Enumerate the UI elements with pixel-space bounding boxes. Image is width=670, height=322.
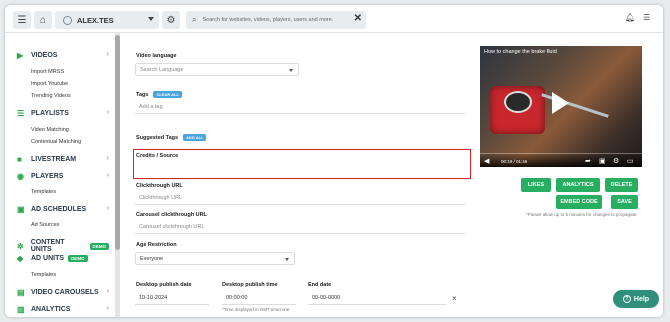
help-button[interactable]: ? Help [613, 290, 659, 308]
sidebar-item-players[interactable]: ◉ PLAYERS › [17, 172, 109, 181]
app-window: ☰ ⌂ ALEX.TES ⚙ ⌕ Search for websites, vi… [5, 5, 663, 317]
clickthrough-url-label: Clickthrough URL [136, 183, 183, 189]
account-name: ALEX.TES [77, 15, 114, 25]
publish-time-input[interactable]: 00:00:00 [222, 292, 296, 305]
sidebar-item-livestream[interactable]: ■ LIVESTREAM › [17, 155, 109, 164]
sidebar-subitem-trending-videos[interactable]: Trending Videos [31, 93, 71, 99]
sidebar-item-analytics[interactable]: ▥ ANALYTICS › [17, 305, 109, 314]
demo-badge: DEMO [89, 242, 109, 250]
likes-button[interactable]: LIKES [521, 178, 551, 192]
search-placeholder: Search for websites, videos, players, us… [202, 17, 334, 23]
menu-icon[interactable]: ☰ [643, 13, 650, 22]
age-restriction-label: Age Restriction [136, 242, 177, 248]
publish-time-label: Desktop publish time [222, 282, 278, 288]
carousel-clickthrough-input[interactable]: Carousel clickthrough URL [135, 221, 465, 234]
end-date-input[interactable]: 00-00-0000 [308, 292, 446, 305]
question-icon: ? [622, 295, 631, 303]
chevron-right-icon: › [106, 51, 109, 58]
chevron-right-icon: › [106, 155, 109, 162]
demo-badge: DEMO [68, 255, 88, 262]
clickthrough-url-input[interactable]: Clickthrough URL [135, 192, 465, 205]
save-button[interactable]: SAVE [611, 195, 638, 209]
sidebar-subitem-import-youtube[interactable]: Import Youtube [31, 81, 68, 87]
top-bar: ☰ ⌂ ALEX.TES ⚙ ⌕ Search for websites, vi… [5, 5, 663, 33]
sidebar-item-ad-schedules[interactable]: ▣ AD SCHEDULES › [17, 205, 109, 214]
chevron-down-icon [148, 17, 154, 21]
video-icon: ▶ [17, 51, 24, 60]
time-readout: 00:19 / 01:46 [501, 159, 528, 164]
playlist-icon[interactable]: ▣ [599, 157, 606, 165]
delete-button[interactable]: DELETE [605, 178, 638, 192]
play-circle-icon: ◉ [17, 172, 24, 181]
sidebar-subitem-contextual-matching[interactable]: Contextual Matching [31, 139, 81, 145]
video-language-label: Video language [136, 53, 177, 59]
ad-units-icon: ◆ [17, 254, 24, 263]
sidebar-subitem-templates-ad-units[interactable]: Templates [31, 272, 56, 278]
sidebar: ▶ VIDEOS › Import MRSS Import Youtube Tren… [5, 33, 115, 317]
embed-code-button[interactable]: EMBED CODE [556, 195, 602, 209]
propagation-note: *Please allow up to 5 minutes for change… [526, 212, 638, 217]
bar-chart-icon: ▥ [17, 305, 25, 314]
carousel-clickthrough-label: Carousel clickthrough URL [136, 212, 207, 218]
chevron-right-icon: › [106, 288, 109, 295]
sidebar-subitem-ad-sources[interactable]: Ad Sources [31, 222, 59, 228]
account-selector[interactable]: ALEX.TES [55, 11, 159, 29]
gear-icon[interactable]: ⚙ [162, 11, 180, 29]
chevron-right-icon: › [106, 109, 109, 116]
credits-highlight-box [133, 149, 471, 179]
sidebar-subitem-video-matching[interactable]: Video Matching [31, 127, 69, 133]
chevron-right-icon: › [106, 172, 109, 179]
chevron-down-icon [285, 258, 289, 261]
clear-all-button[interactable]: CLEAR ALL [153, 91, 182, 98]
video-language-select[interactable]: Search Language [135, 63, 299, 76]
sidebar-item-videos[interactable]: ▶ VIDEOS › [17, 51, 109, 60]
sidebar-item-video-carousels[interactable]: ▤ VIDEO CAROUSELS › [17, 288, 109, 297]
ad-icon: ▣ [17, 205, 25, 214]
pip-icon[interactable]: ▭ [627, 157, 634, 165]
publish-date-label: Desktop publish date [136, 282, 192, 288]
carousel-icon: ▤ [17, 288, 25, 297]
chevron-down-icon [289, 69, 293, 72]
suggested-tags-label: Suggested Tags ADD ALL [136, 134, 207, 141]
bell-icon[interactable]: 🔔︎ [625, 13, 635, 22]
video-player[interactable]: How to change the brake fluid ◀︎ 00:19 /… [480, 46, 642, 167]
sidebar-subitem-import-mrss[interactable]: Import MRSS [31, 69, 64, 75]
play-icon[interactable] [552, 92, 569, 114]
cogs-icon: ✲ [17, 241, 24, 251]
sidebar-item-content-units[interactable]: ✲ CONTENT UNITS DEMO [17, 239, 109, 253]
tags-label: Tags CLEAR ALL [136, 91, 182, 98]
publish-date-input[interactable]: 10-10-2024 [135, 292, 209, 305]
home-icon[interactable]: ⌂ [34, 11, 52, 29]
chevron-right-icon: › [106, 205, 109, 212]
add-all-button[interactable]: ADD ALL [183, 134, 207, 141]
analytics-button[interactable]: ANALYTICS [556, 178, 600, 192]
settings-icon[interactable]: ⚙ [613, 157, 619, 165]
search-input[interactable]: ⌕ Search for websites, videos, players, … [186, 11, 366, 29]
volume-icon[interactable]: ◀︎ [484, 157, 489, 165]
end-date-label: End date [308, 282, 332, 288]
camera-icon: ■ [17, 155, 22, 164]
sidebar-item-playlists[interactable]: ☰ PLAYLISTS › [17, 109, 109, 118]
globe-icon [63, 15, 72, 25]
close-icon[interactable]: ✕ [354, 13, 362, 24]
clear-date-icon[interactable]: × [452, 294, 457, 303]
menu-icon[interactable]: ☰ [13, 11, 31, 29]
sidebar-scrollbar-thumb[interactable] [115, 35, 120, 250]
timezone-note: *Time displayed in GMT timezone [222, 307, 290, 312]
search-icon: ⌕ [192, 15, 197, 24]
tags-input[interactable]: Add a tag [135, 101, 465, 114]
chevron-right-icon: › [106, 305, 109, 312]
sidebar-item-ad-units[interactable]: ◆ AD UNITS DEMO [17, 254, 109, 263]
age-restriction-select[interactable]: Everyone [135, 252, 295, 265]
video-title: How to change the brake fluid [484, 49, 557, 55]
sidebar-subitem-templates[interactable]: Templates [31, 189, 56, 195]
list-icon: ☰ [17, 109, 25, 118]
share-icon[interactable]: ➦ [585, 157, 591, 165]
